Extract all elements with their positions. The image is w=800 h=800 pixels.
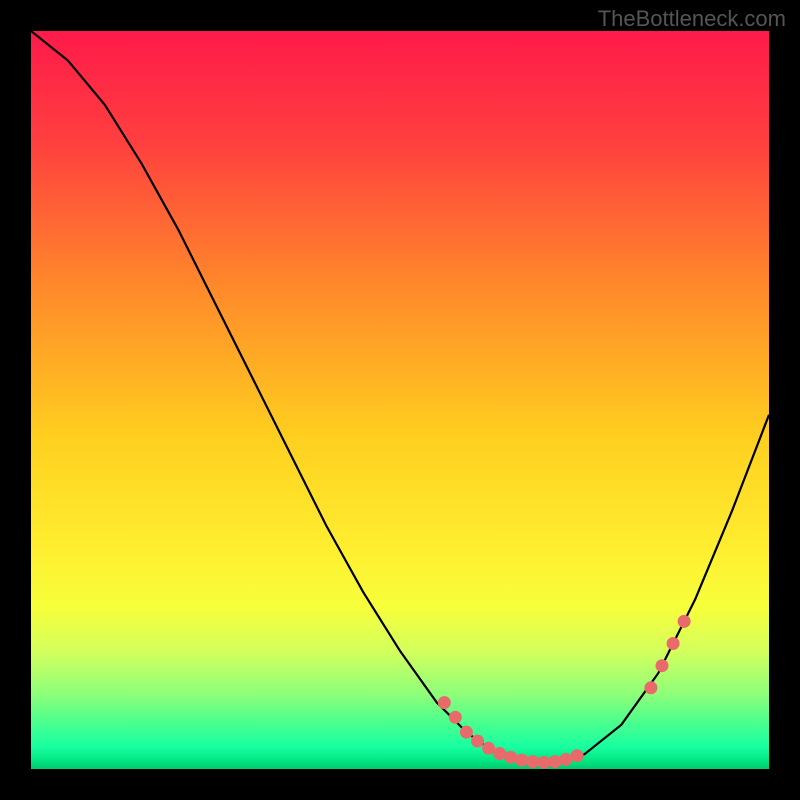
curve-marker: [571, 749, 584, 762]
gradient-plot-area: [31, 31, 769, 769]
curve-marker: [644, 681, 657, 694]
curve-marker: [460, 726, 473, 739]
curve-marker: [537, 756, 550, 769]
curve-marker: [667, 637, 680, 650]
curve-marker: [493, 747, 506, 760]
curve-marker: [560, 753, 573, 766]
curve-svg: [31, 31, 769, 769]
curve-marker: [678, 615, 691, 628]
bottleneck-curve: [31, 31, 769, 762]
curve-marker: [526, 755, 539, 768]
curve-marker: [449, 711, 462, 724]
curve-marker: [656, 659, 669, 672]
curve-marker: [504, 751, 517, 764]
curve-marker: [471, 735, 484, 748]
curve-marker: [549, 755, 562, 768]
watermark-text: TheBottleneck.com: [598, 6, 786, 32]
curve-marker: [515, 754, 528, 767]
curve-markers: [438, 615, 691, 769]
curve-marker: [438, 696, 451, 709]
